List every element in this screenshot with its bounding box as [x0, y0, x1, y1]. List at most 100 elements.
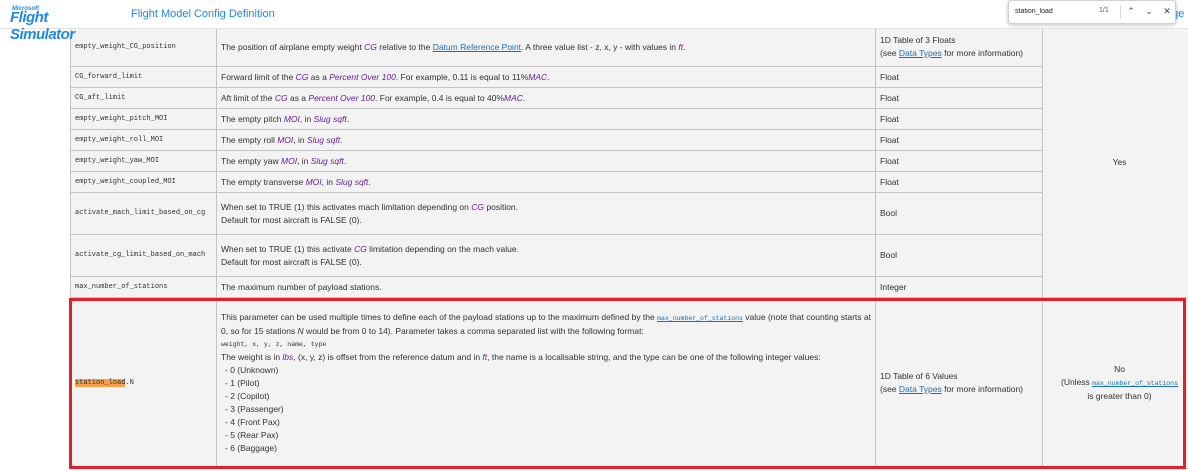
desc-text: , (x, y, z) is offset from the reference… [293, 352, 483, 362]
param-name: empty_weight_roll_MOI [70, 129, 217, 151]
desc-text: . [368, 176, 371, 187]
find-in-page-bar: 1/1 ⌃ ⌄ ✕ [1008, 0, 1176, 24]
desc-line: When set to TRUE (1) this activates mach… [221, 201, 871, 214]
param-name: activate_mach_limit_based_on_cg [70, 192, 217, 235]
desc-line: When set to TRUE (1) this activate CG li… [221, 243, 871, 256]
param-name: activate_cg_limit_based_on_mach [70, 234, 217, 277]
param-name: station_load.N [70, 297, 217, 469]
param-type: Float [875, 171, 1043, 193]
param-description: This parameter can be used multiple time… [216, 297, 876, 469]
desc-text: , in [299, 113, 314, 124]
find-highlight: station_load [75, 378, 126, 387]
param-type: Float [875, 129, 1043, 151]
list-item: - 4 (Front Pax) [225, 417, 280, 427]
chevron-up-icon[interactable]: ⌃ [1124, 4, 1138, 18]
max-stations-link[interactable]: max_number_of_stations [657, 315, 743, 322]
term-cg: CG [274, 92, 288, 103]
type-note-text: for more information) [941, 48, 1023, 58]
param-type: Float [875, 150, 1043, 172]
find-match-count: 1/1 [1099, 7, 1109, 14]
term-cg: CG [364, 41, 377, 52]
desc-text: would be from 0 to 14). Parameter takes … [303, 326, 644, 336]
required-note-end: is greater than 0) [1087, 391, 1152, 401]
param-type: Bool [875, 234, 1043, 277]
find-input[interactable] [1015, 5, 1091, 17]
term-percent-over-100: Percent Over 100 [308, 92, 376, 103]
term-mac: MAC [504, 92, 523, 103]
table-row: empty_weight_yaw_MOI The empty yaw MOI, … [70, 150, 1188, 172]
desc-text: Aft limit of the [221, 92, 275, 103]
desc-text: The empty roll [221, 134, 278, 145]
format-code: weight, x, y, z, name, type [221, 341, 327, 348]
term-percent-over-100: Percent Over 100 [329, 71, 396, 82]
param-name-suffix: .N [125, 378, 134, 387]
desc-text: , in [297, 155, 311, 166]
param-type: Float [875, 87, 1043, 109]
term-cg: CG [471, 201, 484, 212]
table-row: max_number_of_stations The maximum numbe… [70, 276, 1188, 298]
table-row: station_load.N This parameter can be use… [70, 297, 1188, 469]
table-row: empty_weight_pitch_MOI The empty pitch M… [70, 108, 1188, 130]
list-item: - 2 (Copilot) [225, 391, 270, 401]
desc-text: . For example, 0.4 is equal to 40% [375, 92, 505, 103]
table-row: empty_weight_roll_MOI The empty roll MOI… [70, 129, 1188, 151]
desc-text: When set to TRUE (1) this activates mach… [221, 201, 472, 212]
param-description: When set to TRUE (1) this activates mach… [216, 192, 876, 235]
param-name: empty_weight_pitch_MOI [70, 108, 217, 130]
table-row: activate_mach_limit_based_on_cg When set… [70, 192, 1188, 235]
page-title[interactable]: Flight Model Config Definition [131, 8, 275, 20]
list-item: - 3 (Passenger) [225, 404, 284, 414]
param-description: Aft limit of the CG as a Percent Over 10… [216, 87, 876, 109]
term-cg: CG [354, 243, 367, 254]
desc-text: . [340, 134, 343, 145]
term-moi: MOI [305, 176, 322, 187]
param-type: Float [875, 66, 1043, 88]
desc-text: . [522, 92, 526, 103]
desc-text: The position of airplane empty weight [221, 41, 365, 52]
param-description: The empty pitch MOI, in Slug sqft. [216, 108, 876, 130]
term-moi: MOI [277, 134, 294, 145]
desc-text: This parameter can be used multiple time… [221, 312, 658, 322]
required-cell: No (Unless max_number_of_stations is great… [1042, 297, 1188, 469]
list-item: - 5 (Rear Pax) [225, 430, 279, 440]
table-row: CG_forward_limit Forward limit of the CG… [70, 66, 1188, 88]
type-note-text: for more information) [941, 384, 1023, 394]
parameters-table: empty_weight_CG_position The position of… [70, 27, 1188, 469]
list-item: - 0 (Unknown) [225, 365, 279, 375]
data-types-link[interactable]: Data Types [899, 48, 942, 58]
desc-text: . [346, 113, 350, 124]
type-text: 1D Table of 6 Values [880, 371, 958, 381]
term-moi: MOI [281, 155, 298, 166]
type-note-text: (see [880, 48, 899, 58]
param-description: The empty transverse MOI, in Slug sqft. [216, 171, 876, 193]
type-note: (see Data Types for more information) [880, 47, 1038, 60]
desc-text: position. [484, 201, 519, 212]
desc-text: , in [321, 176, 336, 187]
chevron-down-icon[interactable]: ⌄ [1142, 4, 1156, 18]
desc-text: The empty transverse [221, 176, 306, 187]
max-stations-link[interactable]: max_number_of_stations [1092, 380, 1178, 387]
unit-lbs: lbs [282, 352, 294, 362]
param-name: CG_forward_limit [70, 66, 217, 88]
data-types-link[interactable]: Data Types [899, 384, 942, 394]
param-description: The empty yaw MOI, in Slug sqft. [216, 150, 876, 172]
desc-text: . [683, 41, 686, 52]
param-name: CG_aft_limit [70, 87, 217, 109]
datum-reference-link[interactable]: Datum Reference Point [433, 42, 521, 52]
desc-text: , the name is a localisable string, and … [487, 352, 821, 362]
flight-simulator-logo[interactable]: Microsoft Flight Simulator [8, 3, 100, 43]
desc-paragraph: This parameter can be used multiple time… [221, 311, 871, 338]
close-icon[interactable]: ✕ [1160, 4, 1174, 18]
table-row: empty_weight_CG_position The position of… [70, 27, 1188, 298]
param-description: The position of airplane empty weight CG… [216, 27, 876, 67]
param-name: max_number_of_stations [70, 276, 217, 298]
param-type: 1D Table of 6 Values (see Data Types for … [875, 297, 1043, 469]
param-name: empty_weight_coupled_MOI [70, 171, 217, 193]
required-cell: Yes [1042, 27, 1188, 298]
required-value: No [1114, 364, 1125, 374]
param-description: The maximum number of payload stations. [216, 276, 876, 298]
term-cg: CG [295, 71, 309, 82]
desc-text: The empty yaw [221, 155, 281, 166]
find-divider [1120, 5, 1121, 19]
desc-text: When set to TRUE (1) this activate [221, 243, 355, 254]
